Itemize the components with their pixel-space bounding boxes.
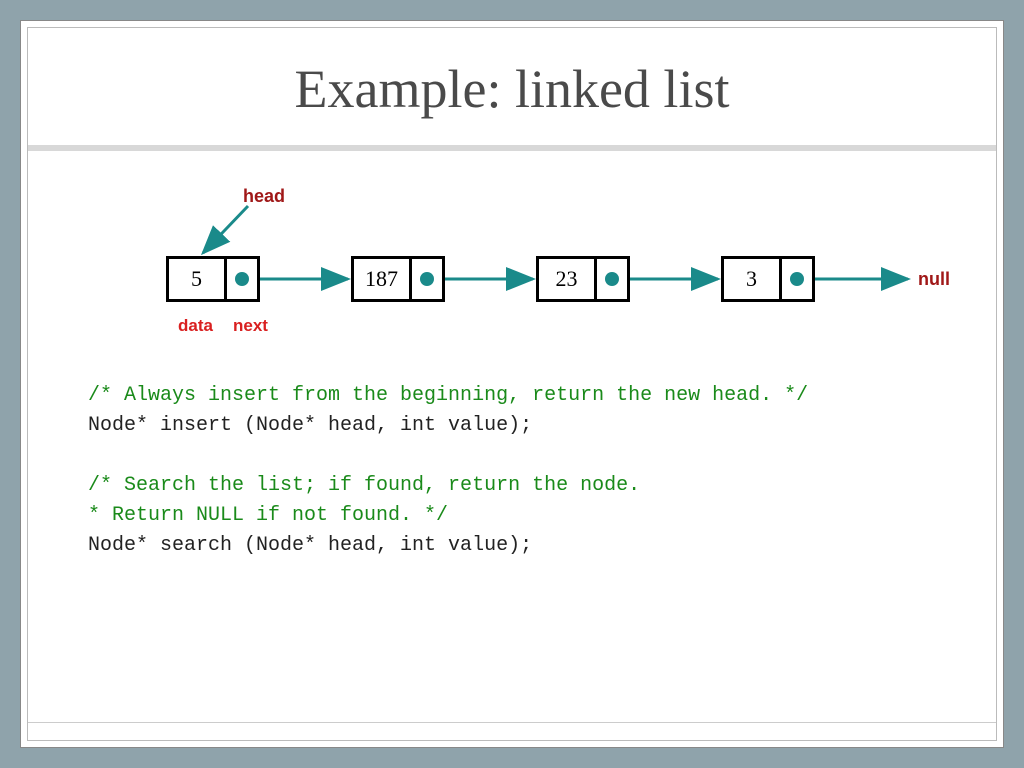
node-next [782,259,812,299]
code-comment: /* Always insert from the beginning, ret… [88,381,936,411]
next-label: next [233,316,268,336]
slide-inner-frame: Example: linked list head data next null [27,27,997,741]
node-next [597,259,627,299]
slide-outer-frame: Example: linked list head data next null [20,20,1004,748]
content-area: head data next null [28,151,996,722]
pointer-dot-icon [605,272,619,286]
head-label: head [243,186,285,207]
title-section: Example: linked list [28,28,996,145]
node-next [227,259,257,299]
list-node: 5 [166,256,260,302]
linked-list-diagram: head data next null [88,181,936,361]
null-label: null [918,269,950,290]
slide-title: Example: linked list [28,58,996,120]
list-node: 3 [721,256,815,302]
code-comment: /* Search the list; if found, return the… [88,471,936,501]
node-data: 187 [354,259,412,299]
list-node: 187 [351,256,445,302]
code-line: Node* insert (Node* head, int value); [88,411,936,441]
code-line: Node* search (Node* head, int value); [88,531,936,561]
pointer-dot-icon [420,272,434,286]
pointer-dot-icon [235,272,249,286]
bottom-rule [28,722,996,740]
data-label: data [178,316,213,336]
pointer-dot-icon [790,272,804,286]
code-block: /* Always insert from the beginning, ret… [88,381,936,561]
node-data: 3 [724,259,782,299]
node-next [412,259,442,299]
node-data: 23 [539,259,597,299]
list-node: 23 [536,256,630,302]
node-data: 5 [169,259,227,299]
code-comment: * Return NULL if not found. */ [88,501,936,531]
